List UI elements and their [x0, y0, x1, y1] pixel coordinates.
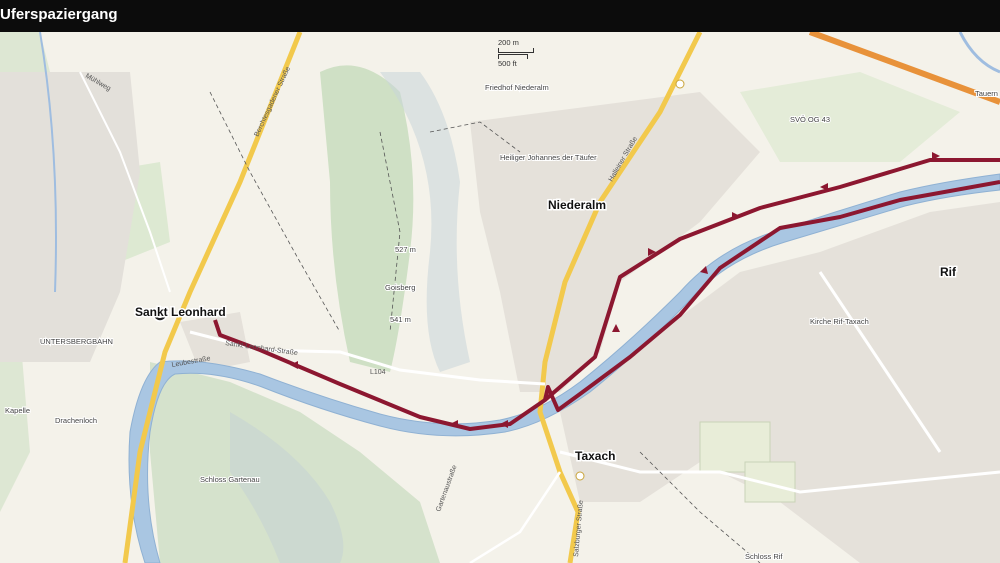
- label-schloss-gartenau: Schloss Gartenau: [200, 475, 260, 484]
- roundabout-taxach: [575, 471, 585, 481]
- label-peak-527: 527 m: [395, 245, 416, 254]
- map-svg: S Sankt Leonhard Niederalm Taxach Rif Fr…: [0, 32, 1000, 563]
- route-title: Uferspaziergang: [0, 6, 118, 23]
- label-peak-541: 541 m: [390, 315, 411, 324]
- scale-metric-label: 200 m: [498, 38, 519, 47]
- label-goisberg: Goisberg: [385, 283, 415, 292]
- scale-imperial-label: 500 ft: [498, 59, 517, 68]
- label-friedhof: Friedhof Niederalm: [485, 83, 549, 92]
- road-label-l104: L104: [370, 369, 386, 376]
- label-tauern: Tauern: [975, 89, 998, 98]
- label-untersbergbahn: UNTERSBERGBAHN: [40, 337, 113, 346]
- label-kirche-rif: Kirche Rif-Taxach: [810, 317, 869, 326]
- label-kapelle: Kapelle: [5, 406, 30, 415]
- place-taxach: Taxach: [575, 449, 615, 463]
- scale-bar: 200 m 500 ft: [498, 38, 534, 68]
- scale-metric-bar: [498, 48, 534, 53]
- place-niederalm: Niederalm: [548, 198, 606, 212]
- roundabout-north: [675, 79, 685, 89]
- place-sankt-leonhard: Sankt Leonhard: [135, 305, 226, 319]
- sports-field-2: [744, 461, 796, 503]
- map-canvas[interactable]: S Sankt Leonhard Niederalm Taxach Rif Fr…: [0, 32, 1000, 563]
- label-schloss-rif: Schloss Rif: [745, 552, 783, 561]
- place-rif: Rif: [940, 265, 957, 279]
- title-bar: Uferspaziergang: [0, 0, 1000, 32]
- label-svo: SVÖ OG 43: [790, 115, 830, 124]
- label-kirche-jt: Heiliger Johannes der Täufer: [500, 153, 597, 162]
- label-drachenloch: Drachenloch: [55, 416, 97, 425]
